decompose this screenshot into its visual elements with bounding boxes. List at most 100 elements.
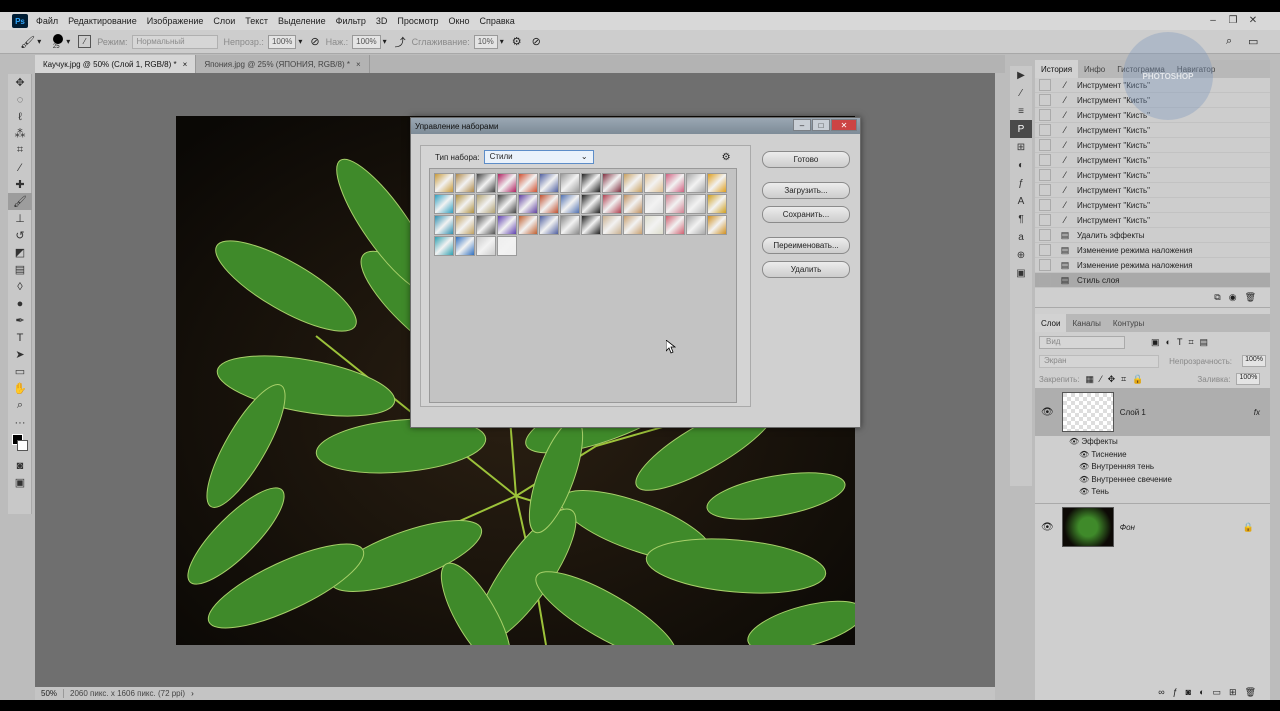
effect-row[interactable]: 👁 Внутреннее свечение: [1069, 474, 1270, 487]
clone-source-icon[interactable]: ⊕: [1010, 246, 1032, 264]
menu-item[interactable]: Текст: [241, 16, 274, 26]
style-preset-swatch[interactable]: [497, 194, 517, 214]
zoom-level[interactable]: 50%: [35, 689, 65, 698]
lock-paint-icon[interactable]: ⁄: [1100, 374, 1102, 384]
menu-item[interactable]: 3D: [372, 16, 394, 26]
history-source-checkbox[interactable]: [1039, 139, 1051, 151]
style-preset-swatch[interactable]: [497, 236, 517, 256]
brush-tool-icon[interactable]: 🖌: [8, 193, 32, 210]
menu-item[interactable]: Окно: [445, 16, 476, 26]
style-preset-swatch[interactable]: [602, 173, 622, 193]
zoom-tool-icon[interactable]: ⌕: [8, 397, 32, 414]
quick-mask-icon[interactable]: ◙: [8, 457, 32, 474]
color-icon[interactable]: ◐: [1010, 156, 1032, 174]
layer-filter-select[interactable]: Вид: [1039, 335, 1125, 349]
eyedropper-tool-icon[interactable]: ⁄: [8, 159, 32, 176]
style-preset-swatch[interactable]: [518, 215, 538, 235]
history-source-checkbox[interactable]: [1039, 109, 1051, 121]
history-source-checkbox[interactable]: [1039, 94, 1051, 106]
filter-type-icon[interactable]: T: [1177, 337, 1183, 347]
style-preset-swatch[interactable]: [518, 173, 538, 193]
adjustment-layer-icon[interactable]: ◐: [1199, 687, 1204, 697]
style-preset-swatch[interactable]: [644, 215, 664, 235]
eye-icon[interactable]: 👁: [1079, 450, 1089, 459]
brush-panel-icon[interactable]: ⁄: [78, 35, 92, 48]
history-item[interactable]: ▤ Удалить эффекты: [1035, 228, 1270, 243]
menu-item[interactable]: Выделение: [274, 16, 332, 26]
tab-channels[interactable]: Каналы: [1066, 314, 1106, 332]
gear-icon[interactable]: ⚙: [512, 35, 522, 48]
style-preset-swatch[interactable]: [602, 194, 622, 214]
done-button[interactable]: Готово: [762, 151, 850, 168]
style-preset-swatch[interactable]: [455, 194, 475, 214]
healing-tool-icon[interactable]: ✚: [8, 176, 32, 193]
history-brush-tool-icon[interactable]: ↺: [8, 227, 32, 244]
tab-info[interactable]: Инфо: [1078, 60, 1111, 78]
pressure-opacity-icon[interactable]: ⊘: [310, 35, 319, 48]
hand-tool-icon[interactable]: ✋: [8, 380, 32, 397]
pressure-size-icon[interactable]: ⊘: [532, 35, 541, 48]
p-icon[interactable]: P: [1010, 120, 1032, 138]
style-preset-swatch[interactable]: [497, 173, 517, 193]
close-icon[interactable]: ✕: [1246, 14, 1260, 26]
style-preset-swatch[interactable]: [644, 173, 664, 193]
history-source-checkbox[interactable]: [1039, 214, 1051, 226]
eye-icon[interactable]: 👁: [1079, 462, 1089, 471]
style-preset-swatch[interactable]: [686, 194, 706, 214]
minimize-icon[interactable]: –: [793, 119, 811, 131]
save-button[interactable]: Сохранить...: [762, 206, 850, 223]
stamp-tool-icon[interactable]: ⊥: [8, 210, 32, 227]
preset-type-select[interactable]: Стили ⌄: [483, 150, 594, 164]
chevron-right-icon[interactable]: ›: [191, 689, 194, 698]
close-tab-icon[interactable]: ×: [183, 60, 188, 69]
delete-button[interactable]: Удалить: [762, 261, 850, 278]
airbrush-icon[interactable]: ⤴: [395, 34, 406, 50]
filter-adjust-icon[interactable]: ◐: [1166, 337, 1171, 347]
history-source-checkbox[interactable]: [1039, 184, 1051, 196]
style-preset-swatch[interactable]: [476, 194, 496, 214]
load-button[interactable]: Загрузить...: [762, 182, 850, 199]
history-source-checkbox[interactable]: [1039, 79, 1051, 91]
style-preset-swatch[interactable]: [434, 194, 454, 214]
quick-select-tool-icon[interactable]: ⁂: [8, 125, 32, 142]
filter-smart-icon[interactable]: ▤: [1200, 337, 1209, 348]
style-preset-swatch[interactable]: [497, 215, 517, 235]
history-item[interactable]: ⁄ Инструмент "Кисть": [1035, 153, 1270, 168]
style-preset-swatch[interactable]: [707, 173, 727, 193]
menu-item[interactable]: Просмотр: [393, 16, 444, 26]
lock-position-icon[interactable]: ✥: [1108, 374, 1116, 385]
mask-icon[interactable]: ◙: [1186, 687, 1191, 697]
style-preset-swatch[interactable]: [455, 236, 475, 256]
style-preset-swatch[interactable]: [581, 194, 601, 214]
preset-swatch-grid[interactable]: [429, 168, 737, 403]
fx-badge[interactable]: fx: [1254, 408, 1260, 417]
layer-comps-icon[interactable]: ▣: [1010, 264, 1032, 282]
history-source-checkbox[interactable]: [1039, 124, 1051, 136]
history-source-checkbox[interactable]: [1039, 229, 1051, 241]
lock-pixels-icon[interactable]: ▦: [1086, 374, 1095, 385]
blur-tool-icon[interactable]: ◊: [8, 278, 32, 295]
move-tool-icon[interactable]: ✥: [8, 74, 32, 91]
style-preset-swatch[interactable]: [518, 194, 538, 214]
path-select-tool-icon[interactable]: ➤: [8, 346, 32, 363]
delete-icon[interactable]: 🗑: [1245, 292, 1256, 303]
effect-row[interactable]: 👁 Внутренняя тень: [1069, 461, 1270, 474]
style-preset-swatch[interactable]: [560, 215, 580, 235]
style-preset-swatch[interactable]: [623, 194, 643, 214]
eraser-tool-icon[interactable]: ◩: [8, 244, 32, 261]
style-preset-swatch[interactable]: [539, 215, 559, 235]
menu-item[interactable]: Справка: [475, 16, 520, 26]
tab-yaponiya[interactable]: Япония.jpg @ 25% (ЯПОНИЯ, RGB/8) * ×: [196, 55, 370, 73]
minimize-icon[interactable]: –: [1206, 14, 1220, 26]
eye-icon[interactable]: 👁: [1069, 437, 1079, 446]
menu-item[interactable]: Файл: [32, 16, 64, 26]
style-preset-swatch[interactable]: [602, 215, 622, 235]
menu-item[interactable]: Слои: [209, 16, 241, 26]
history-source-checkbox[interactable]: [1039, 169, 1051, 181]
color-swatches[interactable]: [8, 431, 32, 457]
style-preset-swatch[interactable]: [455, 215, 475, 235]
style-preset-swatch[interactable]: [476, 173, 496, 193]
tab-history[interactable]: История: [1035, 60, 1079, 78]
history-source-checkbox[interactable]: [1039, 244, 1051, 256]
style-preset-swatch[interactable]: [539, 173, 559, 193]
